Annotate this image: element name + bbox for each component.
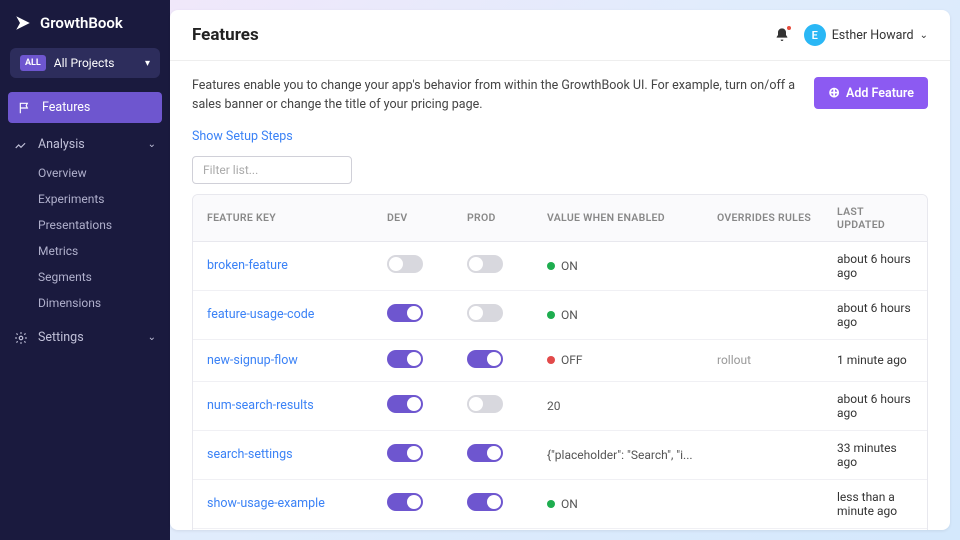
filter-input[interactable] — [192, 156, 352, 184]
project-label: All Projects — [54, 56, 115, 70]
updated-cell: about 6 hours ago — [837, 301, 913, 329]
gear-icon — [14, 331, 28, 345]
show-setup-steps-link[interactable]: Show Setup Steps — [192, 129, 293, 144]
dev-toggle[interactable] — [387, 255, 423, 273]
prod-toggle[interactable] — [467, 395, 503, 413]
table-row: broken-feature ON about 6 hours ago — [193, 242, 927, 291]
value-cell: {"placeholder": "Search", "i... — [547, 448, 717, 462]
avatar: E — [804, 24, 826, 46]
col-value: VALUE WHEN ENABLED — [547, 211, 717, 224]
status-dot-icon — [547, 311, 555, 319]
intro-text: Features enable you to change your app's… — [192, 77, 798, 115]
value-text: 20 — [547, 399, 561, 413]
feature-key-link[interactable]: show-usage-example — [207, 496, 387, 511]
notification-dot — [786, 25, 792, 31]
value-cell: OFF — [547, 353, 717, 367]
col-prod: PROD — [467, 211, 547, 224]
content: Features enable you to change your app's… — [170, 61, 950, 530]
dev-toggle[interactable] — [387, 304, 423, 322]
value-text: ON — [561, 497, 578, 511]
table-row: signup-button-color"#f06893"experiment25… — [193, 529, 927, 531]
prod-toggle[interactable] — [467, 255, 503, 273]
dev-toggle[interactable] — [387, 395, 423, 413]
table-header: FEATURE KEY DEV PROD VALUE WHEN ENABLED … — [193, 195, 927, 242]
value-text: OFF — [561, 353, 583, 367]
nav-settings[interactable]: Settings ⌄ — [0, 322, 170, 353]
col-overrides: OVERRIDES RULES — [717, 211, 837, 224]
nav-sub-dimensions[interactable]: Dimensions — [0, 290, 170, 316]
table-row: new-signup-flow OFF rollout1 minute ago — [193, 340, 927, 382]
prod-toggle[interactable] — [467, 493, 503, 511]
updated-cell: about 6 hours ago — [837, 392, 913, 420]
override-cell: rollout — [717, 353, 837, 367]
chart-icon — [14, 138, 28, 152]
nav-sub-segments[interactable]: Segments — [0, 264, 170, 290]
topbar: Features E Esther Howard ⌄ — [170, 10, 950, 61]
nav-sub-overview[interactable]: Overview — [0, 160, 170, 186]
chevron-down-icon: ▾ — [145, 58, 150, 69]
all-badge: ALL — [20, 55, 46, 71]
table-row: show-usage-example ON less than a minute a… — [193, 480, 927, 529]
value-cell: ON — [547, 259, 717, 273]
prod-toggle[interactable] — [467, 350, 503, 368]
prod-toggle[interactable] — [467, 304, 503, 322]
dev-toggle[interactable] — [387, 350, 423, 368]
logo[interactable]: GrowthBook — [0, 14, 170, 48]
user-menu[interactable]: E Esther Howard ⌄ — [804, 24, 928, 46]
value-cell: ON — [547, 308, 717, 322]
app-name: GrowthBook — [40, 14, 123, 32]
growthbook-logo-icon — [14, 14, 32, 32]
user-name: Esther Howard — [832, 28, 914, 43]
value-text: {"placeholder": "Search", "i... — [547, 448, 693, 462]
nav-analysis[interactable]: Analysis ⌄ — [0, 129, 170, 160]
sidebar: GrowthBook ALL All Projects ▾ Features A… — [0, 0, 170, 540]
chevron-down-icon: ⌄ — [148, 139, 156, 150]
col-dev: DEV — [387, 211, 467, 224]
value-text: ON — [561, 308, 578, 322]
features-table: FEATURE KEY DEV PROD VALUE WHEN ENABLED … — [192, 194, 928, 531]
updated-cell: less than a minute ago — [837, 490, 913, 518]
nav-sub-presentations[interactable]: Presentations — [0, 212, 170, 238]
nav-sub-experiments[interactable]: Experiments — [0, 186, 170, 212]
feature-key-link[interactable]: broken-feature — [207, 258, 387, 273]
table-row: num-search-results 20 about 6 hours ago — [193, 382, 927, 431]
page-title: Features — [192, 25, 259, 45]
status-dot-icon — [547, 356, 555, 364]
flag-icon — [18, 101, 32, 115]
col-feature-key: FEATURE KEY — [207, 211, 387, 224]
updated-cell: 1 minute ago — [837, 353, 913, 367]
feature-key-link[interactable]: new-signup-flow — [207, 353, 387, 368]
add-feature-button[interactable]: ⊕ Add Feature — [814, 77, 928, 109]
dev-toggle[interactable] — [387, 444, 423, 462]
value-cell: ON — [547, 497, 717, 511]
prod-toggle[interactable] — [467, 444, 503, 462]
table-row: search-settings {"placeholder": "Search",… — [193, 431, 927, 480]
value-cell: 20 — [547, 399, 717, 413]
status-dot-icon — [547, 500, 555, 508]
feature-key-link[interactable]: num-search-results — [207, 398, 387, 413]
chevron-down-icon: ⌄ — [920, 30, 928, 41]
updated-cell: about 6 hours ago — [837, 252, 913, 280]
feature-key-link[interactable]: search-settings — [207, 447, 387, 462]
chevron-down-icon: ⌄ — [148, 332, 156, 343]
main-panel: Features E Esther Howard ⌄ Features enab… — [170, 10, 950, 530]
notifications-button[interactable] — [774, 27, 790, 43]
nav-sub-metrics[interactable]: Metrics — [0, 238, 170, 264]
table-row: feature-usage-code ON about 6 hours ago — [193, 291, 927, 340]
col-updated: LAST UPDATED — [837, 205, 913, 231]
feature-key-link[interactable]: feature-usage-code — [207, 307, 387, 322]
updated-cell: 33 minutes ago — [837, 441, 913, 469]
project-selector[interactable]: ALL All Projects ▾ — [10, 48, 160, 78]
nav-features[interactable]: Features — [8, 92, 162, 123]
value-text: ON — [561, 259, 578, 273]
dev-toggle[interactable] — [387, 493, 423, 511]
plus-icon: ⊕ — [828, 85, 840, 101]
status-dot-icon — [547, 262, 555, 270]
